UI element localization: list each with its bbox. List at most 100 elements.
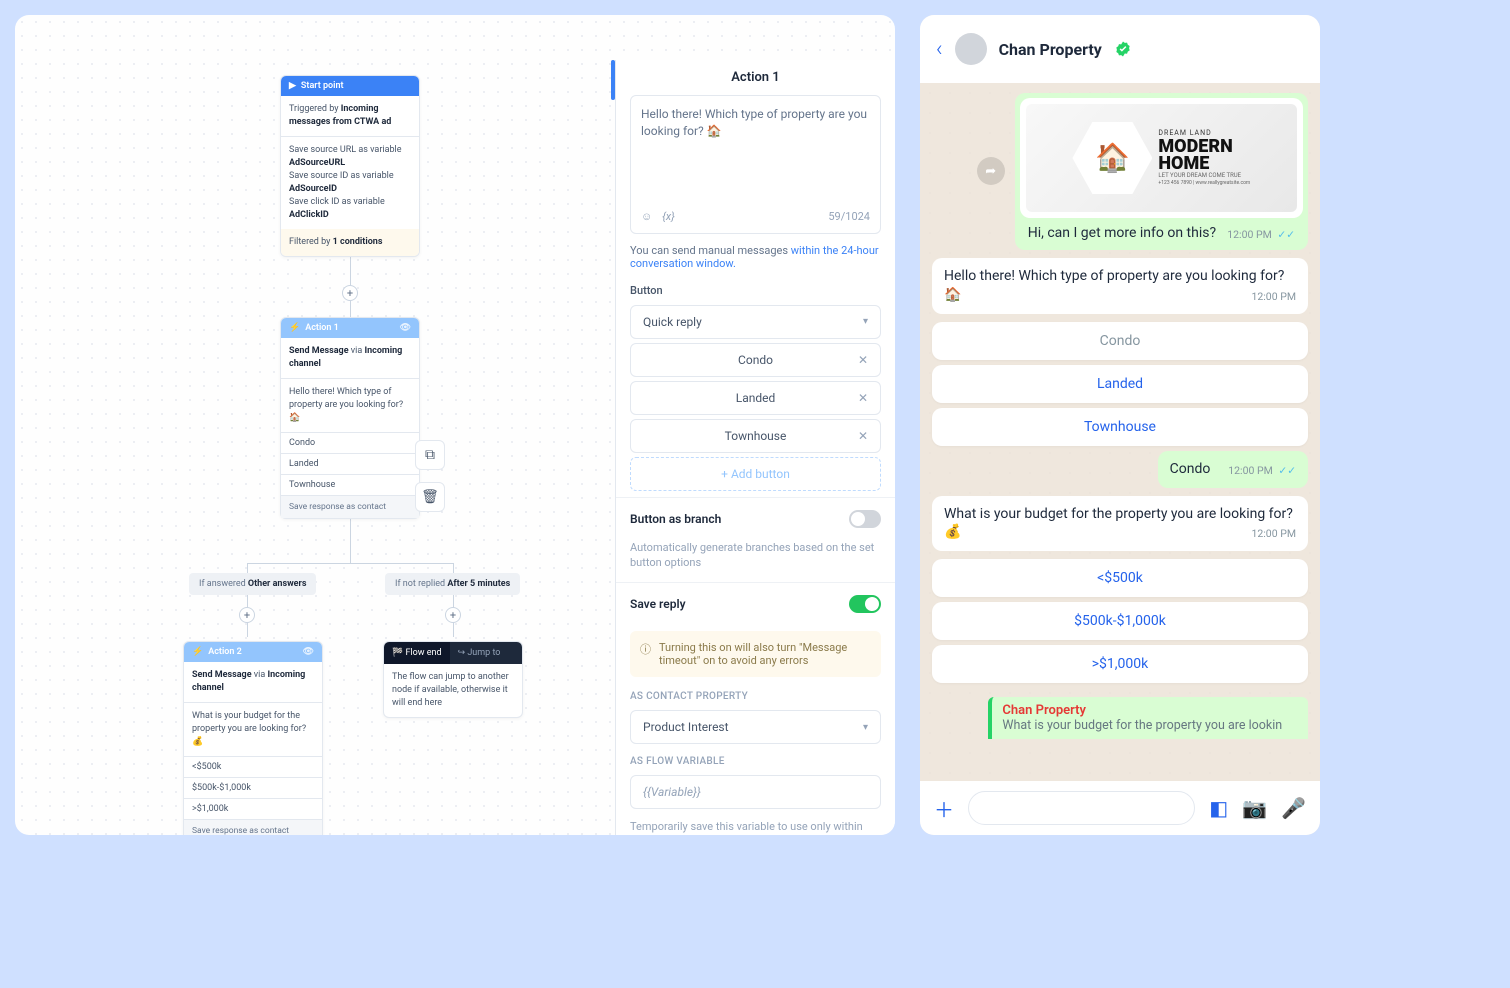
read-ticks-icon: ✓✓ (1275, 228, 1295, 241)
tab-flow-end[interactable]: 🏁 Flow end (384, 642, 450, 664)
flow-end-description: The flow can jump to another node if ava… (384, 664, 522, 717)
variable-icon[interactable]: {x} (662, 210, 675, 223)
sticker-icon[interactable]: ◧ (1209, 796, 1228, 820)
node-send-channel: Send Message via Incoming channel (184, 662, 322, 702)
warning-banner: ⓘ Turning this on will also turn "Messag… (630, 631, 881, 677)
quick-reply-budget-2[interactable]: $500k-$1,000k (932, 602, 1308, 640)
phone-footer: ＋ ◧ 📷 🎤 (920, 781, 1320, 835)
branch-condition-answered[interactable]: If answered Other answers (189, 573, 316, 595)
forward-icon[interactable]: ➦ (977, 157, 1005, 185)
reply-message-preview: What is your budget for the property you… (1002, 718, 1298, 733)
node-send-channel: Send Message via Incoming channel (281, 338, 419, 378)
node-message-preview: What is your budget for the property you… (184, 702, 322, 756)
node-option: >$1,000k (184, 798, 322, 819)
remove-icon[interactable]: ✕ (858, 429, 868, 443)
panel-title: Action 1 (616, 60, 895, 95)
mic-icon[interactable]: 🎤 (1281, 796, 1306, 820)
reply-preview: Chan Property What is your budget for th… (988, 697, 1308, 739)
contact-property-select[interactable]: Product Interest ▾ (630, 710, 881, 744)
bolt-icon: ⚡ (289, 323, 300, 333)
node-save-response: Save response as contact (184, 819, 322, 835)
ad-image: 🏠 DREAM LAND MODERN HOME LET YOUR DREAM … (1026, 104, 1297, 212)
emoji-icon[interactable]: ☺ (641, 210, 652, 223)
message-text: Hi, can I get more info on this? (1028, 225, 1216, 241)
node-header: ⚡ Action 1 👁 (281, 318, 419, 338)
phone-header: ‹ Chan Property (920, 15, 1320, 83)
add-button[interactable]: + Add button (630, 457, 881, 491)
node-save-response: Save response as contact (281, 495, 419, 518)
contact-property-label: AS CONTACT PROPERTY (616, 683, 895, 706)
node-title: Action 1 (305, 323, 339, 333)
connector (247, 563, 453, 564)
button-option-3[interactable]: Townhouse ✕ (630, 419, 881, 453)
node-action-2[interactable]: ⚡ Action 2 👁 Send Message via Incoming c… (183, 641, 323, 835)
button-option-1[interactable]: Condo ✕ (630, 343, 881, 377)
node-trigger: Triggered by Incoming messages from CTWA… (281, 96, 419, 136)
node-filter: Filtered by 1 conditions (281, 229, 419, 256)
node-option: Condo (281, 432, 419, 453)
remove-icon[interactable]: ✕ (858, 391, 868, 405)
remove-icon[interactable]: ✕ (858, 353, 868, 367)
message-text: Condo (1170, 461, 1211, 477)
node-option: Landed (281, 453, 419, 474)
add-node-button[interactable]: + (445, 607, 461, 623)
connector (350, 515, 351, 563)
phone-body[interactable]: ➦ 🏠 DREAM LAND MODERN HOME LET YOUR DREA… (920, 83, 1320, 781)
node-title: Start point (301, 81, 344, 91)
save-reply-label: Save reply (630, 597, 686, 611)
eye-icon: 👁 (400, 323, 411, 333)
branch-description: Automatically generate branches based on… (616, 540, 895, 583)
flow-end-tabs: 🏁 Flow end ↪ Jump to (384, 642, 522, 664)
message-input[interactable] (968, 791, 1195, 825)
ad-card: 🏠 DREAM LAND MODERN HOME LET YOUR DREAM … (1020, 98, 1303, 218)
button-option-2[interactable]: Landed ✕ (630, 381, 881, 415)
node-action-1[interactable]: ⚡ Action 1 👁 Send Message via Incoming c… (280, 317, 420, 519)
action-side-panel: Action 1 Hello there! Which type of prop… (615, 60, 895, 835)
flow-variable-label: AS FLOW VARIABLE (616, 748, 895, 771)
char-counter: 59/1024 (828, 210, 870, 223)
node-header: ▶ Start point (281, 76, 419, 96)
save-reply-row: Save reply (616, 582, 895, 625)
node-flow-end[interactable]: 🏁 Flow end ↪ Jump to The flow can jump t… (383, 641, 523, 718)
node-title: Action 2 (208, 647, 242, 657)
flow-canvas-panel: + + + ▶ Start point Triggered by Incomin… (15, 15, 895, 835)
back-icon[interactable]: ‹ (936, 37, 943, 62)
node-action-buttons: ⧉ 🗑 (415, 440, 445, 512)
message-textarea[interactable]: Hello there! Which type of property are … (630, 95, 881, 234)
contact-name: Chan Property (999, 40, 1102, 59)
message-in-bot2: What is your budget for the property you… (932, 496, 1308, 552)
chevron-down-icon: ▾ (863, 316, 868, 327)
verified-badge-icon (1114, 40, 1132, 58)
node-message-preview: Hello there! Which type of property are … (281, 378, 419, 432)
copy-button[interactable]: ⧉ (415, 440, 445, 470)
delete-button[interactable]: 🗑 (415, 482, 445, 512)
branch-toggle[interactable] (849, 510, 881, 528)
node-variables: Save source URL as variable AdSourceURL … (281, 136, 419, 229)
connector (453, 563, 454, 573)
message-out-condo: Condo 12:00 PM ✓✓ (1158, 451, 1308, 488)
node-option: Townhouse (281, 474, 419, 495)
quick-reply-budget-3[interactable]: >$1,000k (932, 645, 1308, 683)
quick-reply-condo[interactable]: Condo (932, 322, 1308, 360)
button-section-label: Button (616, 280, 895, 301)
node-option: $500k-$1,000k (184, 777, 322, 798)
panel-hint: You can send manual messages within the … (616, 234, 895, 280)
add-node-button[interactable]: + (342, 285, 358, 301)
quick-reply-townhouse[interactable]: Townhouse (932, 408, 1308, 446)
quick-reply-landed[interactable]: Landed (932, 365, 1308, 403)
node-start-point[interactable]: ▶ Start point Triggered by Incoming mess… (280, 75, 420, 257)
connector (247, 563, 248, 573)
add-node-button[interactable]: + (239, 607, 255, 623)
message-in-bot1: Hello there! Which type of property are … (932, 258, 1308, 314)
branch-condition-not-replied[interactable]: If not replied After 5 minutes (385, 573, 520, 595)
plus-icon[interactable]: ＋ (934, 794, 954, 823)
avatar[interactable] (955, 33, 987, 65)
tab-jump-to[interactable]: ↪ Jump to (450, 642, 522, 664)
save-reply-toggle[interactable] (849, 595, 881, 613)
flow-variable-input[interactable]: {{Variable}} (630, 775, 881, 809)
quick-reply-budget-1[interactable]: <$500k (932, 559, 1308, 597)
button-type-select[interactable]: Quick reply ▾ (630, 305, 881, 339)
message-text: Hello there! Which type of property are … (944, 268, 1284, 303)
camera-icon[interactable]: 📷 (1242, 796, 1267, 820)
node-header: ⚡ Action 2 👁 (184, 642, 322, 662)
